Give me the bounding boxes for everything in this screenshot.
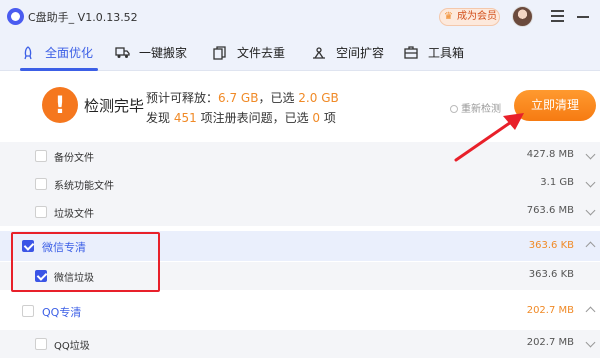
tab-label: 一键搬家	[139, 46, 188, 60]
list-item-label: 备份文件	[54, 153, 94, 164]
checkbox[interactable]	[35, 150, 47, 162]
list-item-junk-files[interactable]: 垃圾文件 763.6 MB	[0, 198, 600, 226]
list-item-size: 763.6 MB	[526, 205, 574, 216]
list-item-size: 3.1 GB	[540, 177, 574, 188]
checkbox[interactable]	[35, 338, 47, 350]
chevron-up-icon[interactable]	[585, 306, 596, 317]
registry-selected-count: 0	[312, 111, 321, 125]
tab-file-dedupe[interactable]: 文件去重	[212, 34, 285, 71]
highlight-box	[11, 232, 160, 292]
menu-icon[interactable]	[551, 10, 564, 22]
list-item-label: 系统功能文件	[54, 181, 114, 192]
expand-icon	[311, 45, 327, 61]
truck-icon	[114, 45, 130, 61]
registry-issues-count: 451	[173, 111, 197, 125]
warning-icon: !	[42, 87, 78, 123]
files-icon	[212, 45, 228, 61]
chevron-down-icon[interactable]	[585, 149, 596, 160]
minimize-icon[interactable]	[577, 16, 589, 18]
tab-label: 空间扩容	[336, 46, 385, 60]
list-item-qq-junk[interactable]: QQ垃圾 202.7 MB	[0, 330, 600, 358]
rocket-icon	[20, 45, 36, 61]
chevron-down-icon[interactable]	[585, 205, 596, 216]
list-item-system-files[interactable]: 系统功能文件 3.1 GB	[0, 170, 600, 198]
list-item-size: 202.7 MB	[526, 337, 574, 348]
checkbox[interactable]	[35, 206, 47, 218]
tab-bar: 全面优化 一键搬家 文件去重 空间扩容 工具箱	[0, 34, 600, 71]
checkbox[interactable]	[22, 305, 34, 317]
registry-summary: 发现 451 项注册表问题，已选 0 项	[146, 111, 336, 125]
app-title: C盘助手_ V1.0.13.52	[28, 11, 138, 24]
tab-label: 工具箱	[428, 46, 465, 60]
tab-label: 文件去重	[237, 46, 286, 60]
tab-full-optimize[interactable]: 全面优化	[20, 34, 93, 71]
app-logo-icon	[7, 8, 24, 25]
group-label: QQ专清	[42, 306, 82, 319]
title-bar: C盘助手_ V1.0.13.52 ♛ 成为会员	[0, 0, 600, 34]
group-size: 202.7 MB	[526, 305, 574, 316]
checkbox[interactable]	[35, 178, 47, 190]
tab-toolbox[interactable]: 工具箱	[403, 34, 464, 71]
releasable-size: 6.7 GB	[218, 91, 259, 105]
active-tab-indicator	[20, 68, 98, 71]
chevron-down-icon[interactable]	[585, 177, 596, 188]
list-item-size: 427.8 MB	[526, 149, 574, 160]
chevron-up-icon[interactable]	[585, 241, 596, 252]
releasable-summary: 预计可释放：6.7 GB，已选 2.0 GB	[146, 91, 339, 105]
avatar[interactable]	[512, 6, 533, 27]
list-item-label: 垃圾文件	[54, 209, 94, 220]
group-size: 363.6 KB	[528, 240, 574, 251]
list-item-size: 363.6 KB	[528, 269, 574, 280]
become-member-button[interactable]: ♛ 成为会员	[439, 8, 500, 26]
chevron-down-icon[interactable]	[585, 337, 596, 348]
group-qq-clean[interactable]: QQ专清 202.7 MB	[0, 296, 600, 326]
tab-space-expand[interactable]: 空间扩容	[311, 34, 384, 71]
scan-status-title: 检测完毕	[84, 97, 145, 115]
crown-icon: ♛	[444, 11, 453, 22]
list-item-label: QQ垃圾	[54, 341, 90, 352]
tab-label: 全面优化	[45, 46, 94, 60]
arrow-icon	[454, 113, 524, 162]
become-member-label: 成为会员	[457, 11, 497, 22]
tab-one-click-move[interactable]: 一键搬家	[114, 34, 187, 71]
toolbox-icon	[403, 45, 419, 61]
selected-size: 2.0 GB	[298, 91, 339, 105]
